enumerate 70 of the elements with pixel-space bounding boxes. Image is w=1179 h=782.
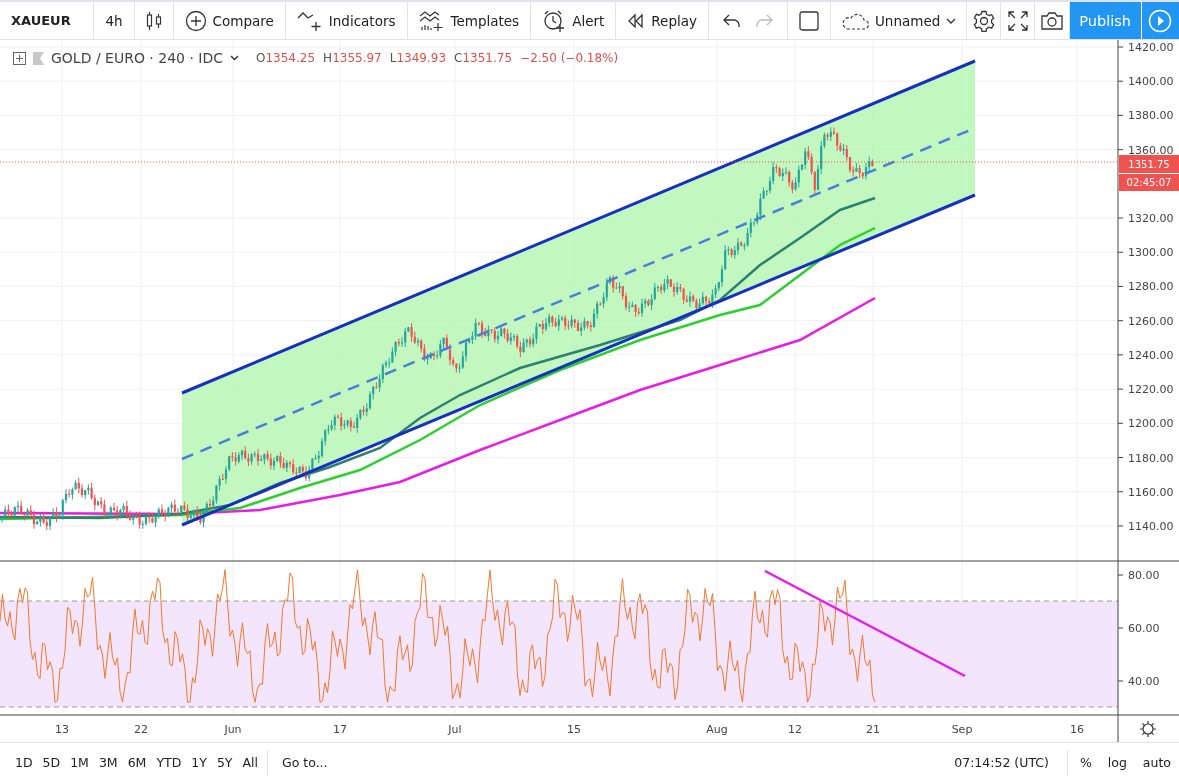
time-axis-label: 13 <box>55 723 69 736</box>
rsi-axis-label: 80.00 <box>1128 569 1160 582</box>
price-axis-label: 1300.00 <box>1128 246 1174 260</box>
ohlc-value: L1349.93 <box>389 51 447 65</box>
fullscreen-icon[interactable] <box>1007 10 1028 31</box>
range-button[interactable]: 6M <box>122 755 152 770</box>
expand-icon[interactable] <box>13 51 26 65</box>
range-button[interactable]: 1D <box>10 755 38 770</box>
rsi-axis-label: 60.00 <box>1128 622 1160 635</box>
price-axis-label: 1260.00 <box>1128 314 1174 328</box>
ohlc-value: H1355.97 <box>323 51 382 65</box>
flag-icon <box>33 51 44 65</box>
time-axis-label: 17 <box>333 723 347 736</box>
time-axis-label: 15 <box>567 723 581 736</box>
scale-option[interactable]: auto <box>1134 755 1179 770</box>
time-axis-label: 16 <box>1070 723 1084 736</box>
last-price-label: 1351.75 <box>1128 159 1170 170</box>
settings-icon[interactable] <box>972 9 995 32</box>
price-axis-label: 1240.00 <box>1128 348 1174 362</box>
rewind-icon <box>627 12 646 29</box>
time-axis-label: 12 <box>788 723 802 736</box>
price-axis-label: 1400.00 <box>1128 75 1174 89</box>
range-button[interactable]: YTD <box>151 755 187 770</box>
plus-circle-icon <box>184 9 207 32</box>
range-button[interactable]: All <box>237 755 263 770</box>
clock: 07:14:52 (UTC) <box>954 755 1050 770</box>
price-axis-label: 1200.00 <box>1128 417 1174 431</box>
price-axis-label: 1420.00 <box>1128 41 1174 54</box>
rsi-axis-label: 40.00 <box>1128 675 1160 688</box>
symbol-title[interactable]: GOLD / EURO · 240 · IDC <box>51 50 223 66</box>
time-axis-label: 22 <box>134 723 148 736</box>
time-axis-label: Aug <box>706 723 728 736</box>
price-axis-label: 1160.00 <box>1128 485 1174 499</box>
last-price-tag <box>1119 155 1179 173</box>
go-to-button[interactable]: Go to... <box>272 755 338 770</box>
time-axis-label: 21 <box>866 723 880 736</box>
countdown-label: 02:45:07 <box>1126 177 1172 188</box>
time-axis-label: Jun <box>224 723 242 736</box>
play-button[interactable] <box>1140 2 1179 39</box>
scale-option[interactable]: % <box>1071 755 1100 770</box>
caret-icon <box>946 17 957 24</box>
range-button[interactable]: 1Y <box>186 755 212 770</box>
undo-icon[interactable] <box>722 13 741 28</box>
settings-icon[interactable] <box>1139 720 1157 738</box>
ohlc-value: C1351.75 <box>454 51 513 65</box>
price-axis-label: 1360.00 <box>1128 143 1174 157</box>
ohlc-value: O1354.25 <box>256 51 316 65</box>
price-axis-label: 1380.00 <box>1128 109 1174 123</box>
caret-icon[interactable] <box>230 55 239 61</box>
countdown-tag <box>1119 174 1179 191</box>
range-button[interactable]: 5Y <box>211 755 238 770</box>
cloud-icon <box>840 11 869 30</box>
time-axis-label: Sep <box>951 723 973 736</box>
price-axis-label: 1140.00 <box>1128 519 1174 533</box>
camera-icon[interactable] <box>1041 11 1063 30</box>
candlestick-icon[interactable] <box>145 10 162 31</box>
square-icon[interactable] <box>798 10 819 31</box>
price-axis-label: 1320.00 <box>1128 212 1174 226</box>
range-button[interactable]: 1M <box>65 755 94 770</box>
alarm-clock-icon <box>542 9 567 32</box>
range-button[interactable]: 3M <box>93 755 123 770</box>
time-axis-label: Jul <box>448 723 462 736</box>
price-axis-label: 1280.00 <box>1128 280 1174 294</box>
price-change: −2.50 (−0.18%) <box>520 51 619 65</box>
scale-option[interactable]: log <box>1099 755 1135 770</box>
range-button[interactable]: 5D <box>37 755 66 770</box>
price-axis-label: 1220.00 <box>1128 383 1174 397</box>
price-axis-label: 1180.00 <box>1128 451 1174 465</box>
play-icon <box>1148 8 1173 33</box>
templates-icon <box>418 9 445 32</box>
